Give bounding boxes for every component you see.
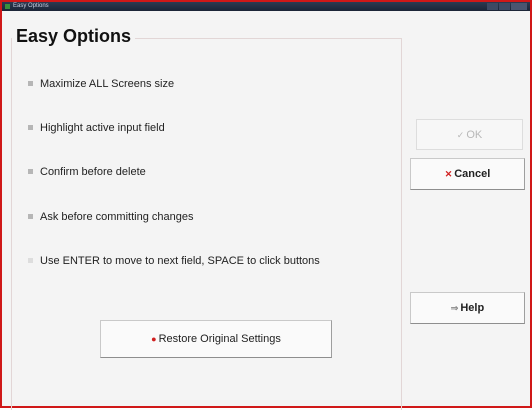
ok-button[interactable]: ✓ OK bbox=[416, 119, 523, 150]
option-enter-space-navigation[interactable]: Use ENTER to move to next field, SPACE t… bbox=[28, 253, 320, 269]
option-label: Use ENTER to move to next field, SPACE t… bbox=[40, 255, 320, 268]
option-label: Maximize ALL Screens size bbox=[40, 78, 175, 91]
option-maximize-screens[interactable]: Maximize ALL Screens size bbox=[28, 76, 174, 92]
app-icon bbox=[5, 4, 10, 9]
option-confirm-delete[interactable]: Confirm before delete bbox=[28, 164, 146, 180]
close-button[interactable] bbox=[511, 3, 527, 10]
restore-icon: ● bbox=[151, 334, 157, 344]
checkbox[interactable] bbox=[28, 213, 33, 219]
checkbox[interactable] bbox=[28, 80, 33, 86]
arrow-right-icon: ⇒ bbox=[450, 303, 459, 313]
help-button[interactable]: ⇒ Help bbox=[410, 292, 525, 324]
help-label: Help bbox=[460, 302, 485, 314]
check-icon: ✓ bbox=[456, 130, 465, 140]
window-controls bbox=[487, 3, 527, 10]
restore-label: Restore Original Settings bbox=[158, 333, 281, 345]
ok-label: OK bbox=[466, 129, 483, 141]
option-highlight-field[interactable]: Highlight active input field bbox=[28, 120, 165, 136]
option-label: Ask before committing changes bbox=[40, 211, 194, 224]
cancel-label: Cancel bbox=[454, 168, 491, 180]
option-label: Confirm before delete bbox=[40, 166, 146, 179]
x-icon: ✕ bbox=[444, 169, 453, 179]
option-label: Highlight active input field bbox=[40, 122, 165, 135]
checkbox[interactable] bbox=[28, 257, 33, 263]
window-title: Easy Options bbox=[13, 3, 49, 9]
title-bar[interactable]: Easy Options bbox=[2, 2, 530, 11]
cancel-button[interactable]: ✕ Cancel bbox=[410, 158, 525, 190]
option-ask-before-commit[interactable]: Ask before committing changes bbox=[28, 209, 193, 225]
checkbox[interactable] bbox=[28, 124, 33, 130]
dialog-title: Easy Options bbox=[12, 26, 136, 47]
restore-settings-button[interactable]: ● Restore Original Settings bbox=[100, 320, 332, 358]
easy-options-window: Easy Options Easy Options Maximize ALL S… bbox=[0, 0, 532, 410]
maximize-button[interactable] bbox=[499, 3, 510, 10]
minimize-button[interactable] bbox=[487, 3, 498, 10]
checkbox[interactable] bbox=[28, 168, 33, 174]
